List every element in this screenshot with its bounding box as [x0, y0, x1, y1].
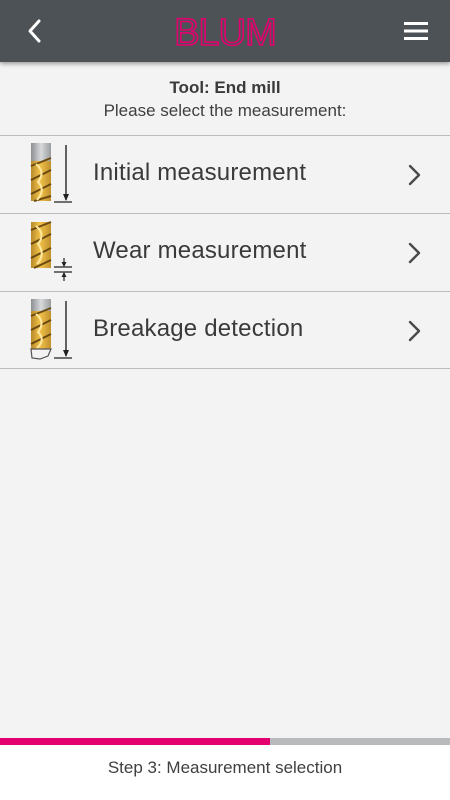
chevron-right-icon: [408, 164, 421, 186]
intro-section: Tool: End mill Please select the measure…: [0, 62, 450, 135]
measurement-item-label: Breakage detection: [93, 315, 304, 342]
back-chevron-icon: [28, 19, 41, 43]
app-screen: BLUM Tool: End mill Please select the me…: [0, 0, 450, 800]
tool-title: Tool: End mill: [169, 78, 281, 97]
measurement-item-breakage[interactable]: Breakage detection: [0, 291, 450, 369]
blum-logo: BLUM: [160, 12, 290, 52]
measurement-item-label: Initial measurement: [93, 159, 307, 186]
blum-logo-graphic: BLUM: [173, 12, 277, 52]
app-header: BLUM: [0, 0, 450, 62]
end-mill-wear-measurement-icon: [30, 221, 72, 281]
measurement-item-label: Wear measurement: [93, 237, 307, 264]
step-progress-bar: [0, 738, 450, 745]
step-label: Step 3: Measurement selection: [107, 758, 343, 777]
back-button[interactable]: [14, 13, 54, 49]
measurement-list: Initial measurement Wear measurement Bre…: [0, 135, 450, 369]
step-progress-fill: [0, 738, 270, 745]
end-mill-initial-measurement-icon: [30, 143, 72, 203]
end-mill-breakage-detection-icon: [30, 299, 72, 360]
step-footer: Step 3: Measurement selection: [0, 745, 450, 800]
instruction-text: Please select the measurement:: [103, 101, 347, 120]
hamburger-menu-icon: [404, 22, 428, 40]
chevron-right-icon: [408, 242, 421, 264]
measurement-item-initial[interactable]: Initial measurement: [0, 135, 450, 213]
menu-button[interactable]: [396, 13, 436, 49]
logo-text: BLUM: [174, 12, 276, 52]
chevron-right-icon: [408, 320, 421, 342]
measurement-item-wear[interactable]: Wear measurement: [0, 213, 450, 291]
